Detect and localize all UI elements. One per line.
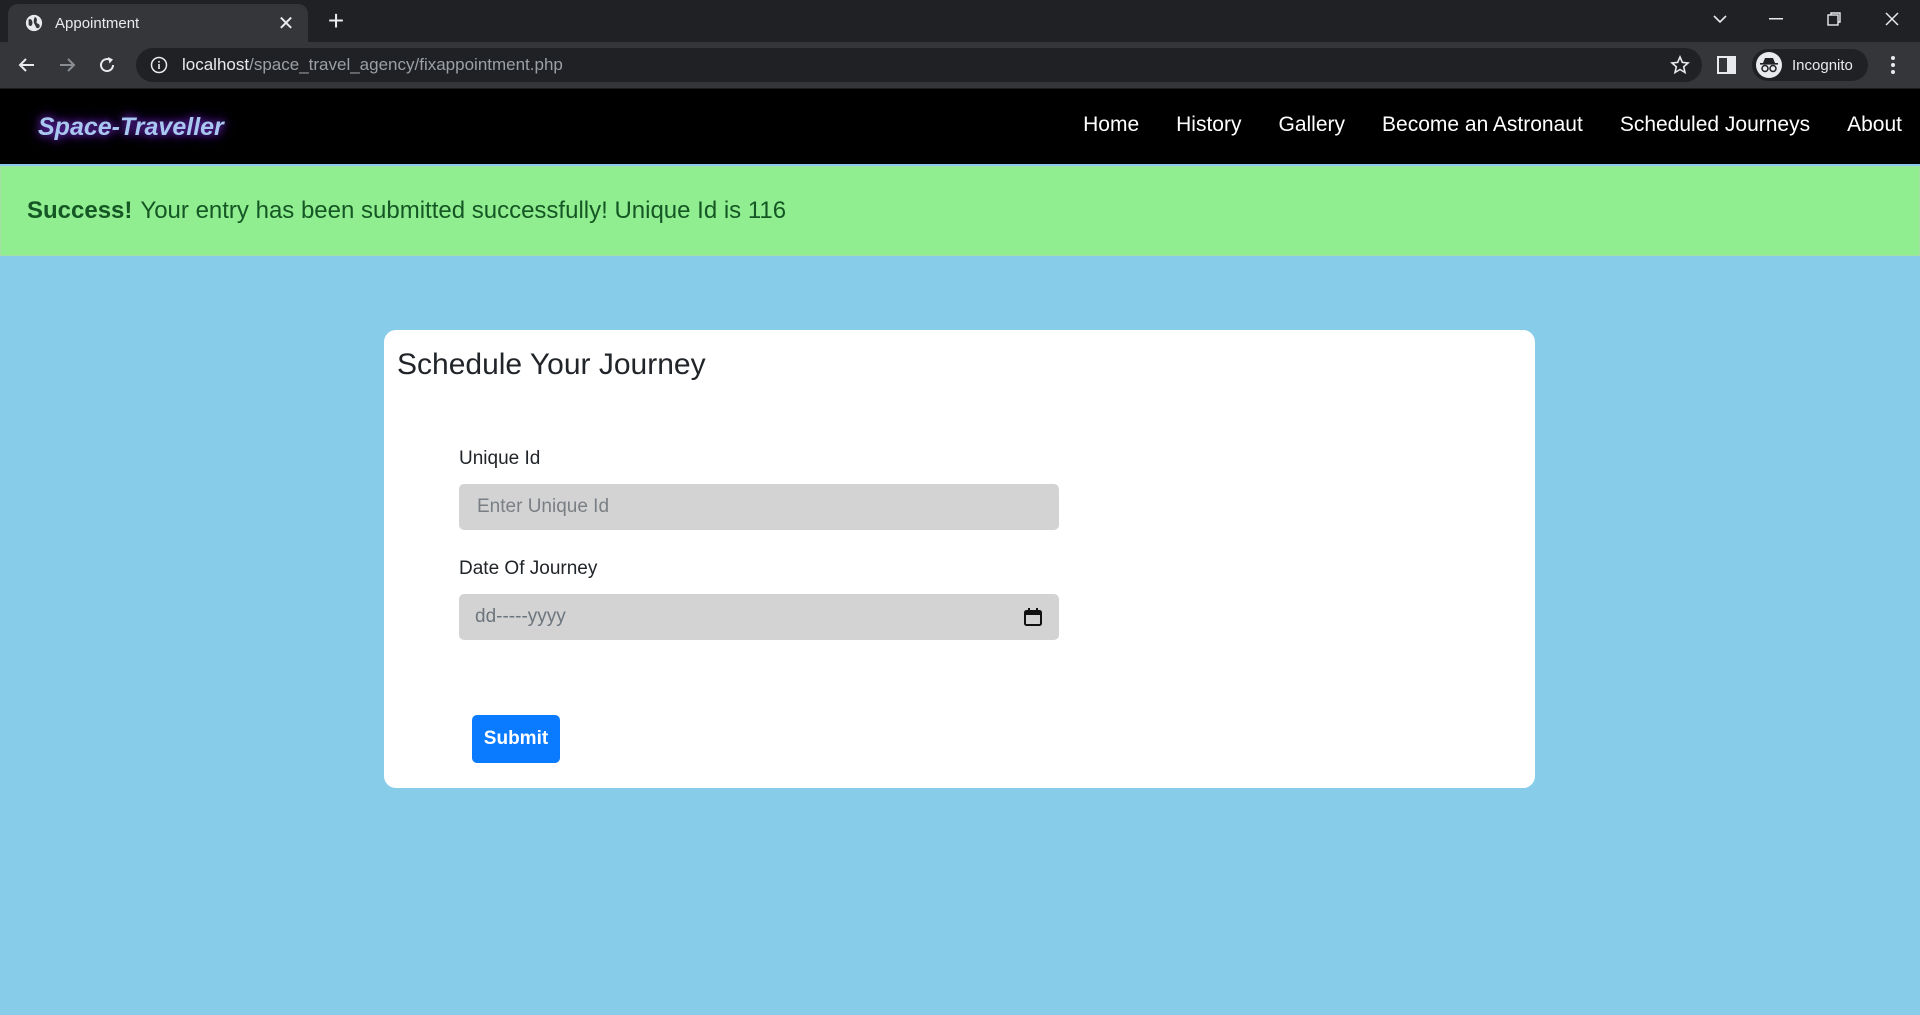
address-bar[interactable]: localhost/space_travel_agency/fixappoint… — [136, 48, 1702, 82]
bookmark-star-icon[interactable] — [1670, 55, 1690, 75]
url-text: localhost/space_travel_agency/fixappoint… — [182, 55, 563, 75]
brand-logo[interactable]: Space-Traveller — [38, 113, 224, 142]
url-path: /space_travel_agency/fixappointment.php — [249, 55, 563, 74]
schedule-form-card: Schedule Your Journey Unique Id Date Of … — [384, 330, 1535, 788]
forward-icon[interactable] — [52, 50, 82, 80]
nav-gallery[interactable]: Gallery — [1278, 113, 1345, 137]
success-alert: Success! Your entry has been submitted s… — [0, 166, 1920, 256]
browser-toolbar: localhost/space_travel_agency/fixappoint… — [0, 42, 1920, 89]
nav-about[interactable]: About — [1847, 113, 1902, 137]
browser-tab[interactable]: Appointment ✕ — [8, 4, 308, 42]
nav-home[interactable]: Home — [1083, 113, 1139, 137]
restore-icon[interactable] — [1806, 0, 1862, 38]
alert-message: Your entry has been submitted successful… — [140, 197, 787, 224]
nav-links: Home History Gallery Become an Astronaut… — [1046, 113, 1902, 137]
globe-icon — [25, 14, 43, 32]
browser-menu-icon[interactable] — [1882, 54, 1904, 76]
unique-id-field[interactable] — [459, 484, 1059, 530]
tab-title: Appointment — [55, 14, 140, 32]
reload-icon[interactable] — [92, 50, 122, 80]
date-of-journey-label: Date Of Journey — [459, 558, 598, 579]
new-tab-button[interactable]: + — [322, 7, 350, 36]
site-navbar: Space-Traveller Home History Gallery Bec… — [0, 89, 1920, 164]
nav-become-astronaut[interactable]: Become an Astronaut — [1382, 113, 1583, 137]
date-placeholder: dd-----yyyy — [475, 606, 566, 627]
incognito-icon — [1756, 52, 1782, 78]
unique-id-input[interactable] — [475, 495, 1043, 519]
nav-scheduled-journeys[interactable]: Scheduled Journeys — [1620, 113, 1810, 137]
incognito-profile-button[interactable]: Incognito — [1752, 49, 1868, 81]
unique-id-label: Unique Id — [459, 448, 541, 469]
alert-strong: Success! — [27, 197, 133, 224]
site-info-icon[interactable] — [150, 56, 168, 74]
nav-history[interactable]: History — [1176, 113, 1241, 137]
profile-label: Incognito — [1792, 56, 1853, 74]
submit-button[interactable]: Submit — [472, 715, 560, 763]
tab-search-icon[interactable] — [1692, 0, 1748, 38]
minimize-icon[interactable] — [1748, 0, 1804, 38]
back-icon[interactable] — [12, 50, 42, 80]
browser-tab-bar: Appointment ✕ + — [0, 0, 1920, 42]
close-window-icon[interactable] — [1864, 0, 1920, 38]
form-title: Schedule Your Journey — [397, 348, 706, 381]
date-of-journey-input[interactable]: dd-----yyyy — [459, 594, 1059, 640]
side-panel-icon[interactable] — [1716, 54, 1738, 76]
calendar-icon[interactable] — [1023, 607, 1043, 627]
close-tab-icon[interactable]: ✕ — [274, 11, 298, 35]
url-host: localhost — [182, 55, 250, 74]
